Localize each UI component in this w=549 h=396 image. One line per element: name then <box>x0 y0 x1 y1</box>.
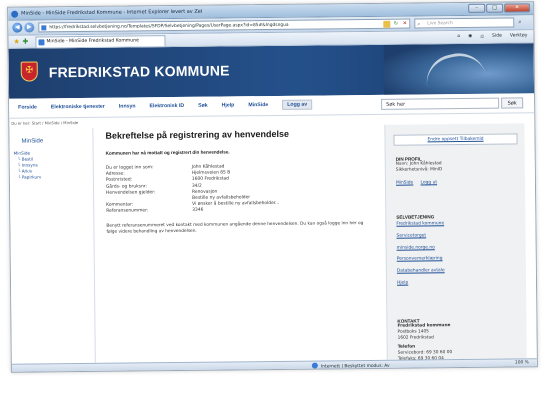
add-favorite-icon[interactable]: ✚ <box>22 38 28 46</box>
lock-icon[interactable] <box>383 20 391 28</box>
forward-button[interactable]: ▶ <box>24 22 35 33</box>
table-row: Referansenummer: 3346 <box>106 208 204 215</box>
phone-heading: Telefon <box>397 344 416 351</box>
nav-hjelp[interactable]: Hjelp <box>222 102 235 110</box>
window-controls: – □ ✕ <box>468 3 531 13</box>
request-details-table: Du er logget inn som: John Kåhlestad Adre… <box>106 164 280 215</box>
services-heading: SELVBETJENING <box>396 214 435 220</box>
maximize-button[interactable]: □ <box>486 3 504 13</box>
nav-minside[interactable]: MinSide <box>248 102 268 110</box>
tab-label: MinSide - MinSide Fredrikstad Kommune <box>46 38 139 45</box>
minimize-button[interactable]: – <box>468 3 486 13</box>
left-menu-item[interactable]: └ Papirkurv <box>14 174 42 180</box>
browser-logo-icon <box>11 10 19 18</box>
security-zone[interactable]: Internett | Beskyttet modus: Av <box>311 362 390 370</box>
page-icon <box>41 25 47 31</box>
main-content: Bekreftelse på registrering av henvendel… <box>105 125 378 235</box>
page-title: Bekreftelse på registrering av henvendel… <box>105 128 290 141</box>
service-link[interactable]: minside.norge.no <box>397 244 521 251</box>
search-provider-icon: ⌕ <box>417 21 421 28</box>
contact-section: KONTAKT Fredrikstad kommune Postboks 140… <box>397 317 521 362</box>
back-button[interactable]: ◀ <box>12 22 23 33</box>
site-banner: ✠ FREDRIKSTAD KOMMUNE <box>8 43 535 99</box>
live-search-input[interactable]: ⌕ Live Search <box>414 17 515 29</box>
tools-menu[interactable]: Verktøy <box>510 33 528 39</box>
contact-address-line: 1602 Fredrikstad <box>397 334 434 341</box>
nav-innsyn[interactable]: Innsyn <box>119 103 136 111</box>
nav-elektroniske-tjenester[interactable]: Elektroniske tjenester <box>51 104 105 113</box>
closing-text: Benytt referansenummeret ved kontakt med… <box>106 220 364 235</box>
services-section: SELVBETJENING Fredrikstad kommune Servic… <box>396 213 521 286</box>
service-link[interactable]: Databehandler avtale <box>397 268 521 275</box>
stop-icon[interactable]: ✕ <box>401 21 408 28</box>
window-title: MinSide - MinSide Fredrikstad Kommune - … <box>21 8 203 17</box>
command-bar: ⌂ ◉ ⎙ Side Verktøy <box>457 33 527 40</box>
web-page: ✠ FREDRIKSTAD KOMMUNE Forside Elektronis… <box>8 43 537 364</box>
profile-minside-link[interactable]: MinSide <box>396 180 413 185</box>
service-link[interactable]: Fredrikstad kommune <box>396 220 520 227</box>
url-text: https://fredrikstad.selvbetjening.no/Tem… <box>49 22 289 31</box>
service-link[interactable]: Hjelp <box>397 279 521 286</box>
nav-forside[interactable]: Forside <box>18 104 37 112</box>
zoom-level[interactable]: 100 % <box>515 360 529 365</box>
edit-layout-link[interactable]: Endre oppsett Tilbakemld <box>393 133 518 146</box>
service-link[interactable]: Servicetorget <box>396 232 520 239</box>
browser-tab[interactable]: MinSide - MinSide Fredrikstad Kommune <box>35 35 166 48</box>
nav-sok[interactable]: Søk <box>198 103 208 111</box>
right-sidebar: Endre oppsett Tilbakemld DIN PROFIL Navn… <box>384 123 527 362</box>
globe-icon <box>311 362 318 369</box>
top-navigation: Forside Elektroniske tjenester Innsyn El… <box>9 93 535 119</box>
site-search-button[interactable]: Søk <box>501 97 524 109</box>
print-icon[interactable]: ⎙ <box>480 34 484 40</box>
search-icon[interactable]: ⌕ <box>518 18 521 26</box>
left-menu-title: MinSide <box>21 138 44 145</box>
breadcrumb: Du er her: Start / MinSide / MinSide <box>11 120 79 126</box>
close-button[interactable]: ✕ <box>504 3 531 13</box>
site-search-input[interactable]: Søk her <box>381 97 500 110</box>
logout-button[interactable]: Logg av <box>282 99 313 110</box>
left-menu: MinSide MinSide └ Bestil └ Innsyns └ Ark… <box>9 127 96 364</box>
refresh-icon[interactable]: ↻ <box>392 21 399 28</box>
profile-security-level: Sikkerhetsnivå: MinID <box>395 167 443 173</box>
url-field[interactable]: https://fredrikstad.selvbetjening.no/Tem… <box>38 18 411 33</box>
profile-logout-link[interactable]: Logg ut <box>421 180 438 185</box>
service-link[interactable]: Personvernerklæring <box>397 256 521 263</box>
feeds-icon[interactable]: ◉ <box>468 34 472 40</box>
favorites-star-icon[interactable]: ★ <box>13 38 19 46</box>
page-menu[interactable]: Side <box>492 34 502 40</box>
home-icon[interactable]: ⌂ <box>457 34 460 40</box>
browser-window: MinSide - MinSide Fredrikstad Kommune - … <box>7 1 538 373</box>
confirmation-lead: Kommunen har nå mottatt og registrert di… <box>105 149 230 156</box>
live-search-placeholder: Live Search <box>427 21 453 27</box>
nav-elektronisk-id[interactable]: Elektronisk ID <box>150 103 185 111</box>
contact-org: Fredrikstad kommune <box>397 323 451 329</box>
municipality-crest-icon: ✠ <box>20 61 38 82</box>
tab-page-icon <box>38 39 45 46</box>
site-name[interactable]: FREDRIKSTAD KOMMUNE <box>49 62 230 80</box>
profile-section: DIN PROFIL Navn: John Kåhlestad Sikkerhe… <box>396 155 520 186</box>
banner-photo <box>383 43 535 95</box>
